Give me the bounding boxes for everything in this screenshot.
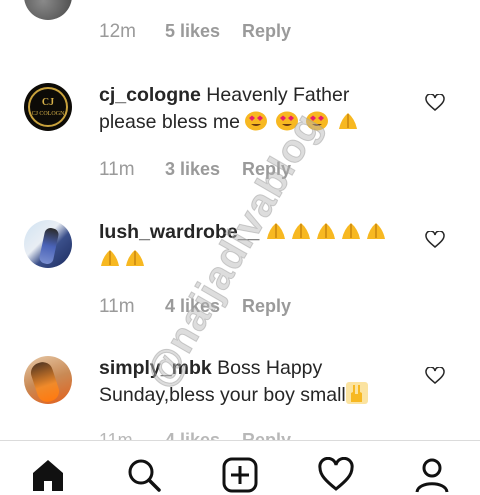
activity-heart-icon[interactable] [318,457,354,493]
avatar-logo-subtext: CJ COLOGN [31,111,65,117]
comment-meta: 11m 3 likes Reply [99,159,291,181]
comment-username[interactable]: cj_cologne [99,84,201,106]
reply-button[interactable]: Reply [242,296,291,318]
comment-meta: 12m 5 likes Reply [99,21,291,43]
comment-meta: 11m 4 likes Reply [99,296,291,318]
avatar[interactable] [24,0,72,20]
comment-likes[interactable]: 5 likes [165,21,242,43]
comment-username[interactable]: lush_wardrobe__ [99,221,259,243]
emoji-heart-eyes-icon [245,111,336,133]
comment-time: 12m [99,21,136,42]
avatar-logo-text: CJ [41,97,55,108]
comment-text: simply_mbk Boss Happy Sunday,bless your … [99,355,409,409]
comment-username[interactable]: simply_mbk [99,357,212,379]
profile-icon[interactable] [414,457,450,493]
emoji-rock-hand-icon [345,382,371,406]
like-heart-icon[interactable] [425,231,445,249]
comment-time: 11m [99,159,135,180]
like-heart-icon[interactable] [425,367,445,385]
bottom-navigation [0,440,480,495]
like-heart-icon[interactable] [425,94,445,112]
add-post-icon[interactable] [222,457,258,493]
home-icon[interactable] [30,457,66,493]
comment-likes[interactable]: 3 likes [165,159,242,181]
comment-text: cj_cologne Heavenly Father please bless … [99,82,409,136]
search-icon[interactable] [126,457,162,493]
reply-button[interactable]: Reply [242,21,291,43]
avatar[interactable] [24,220,72,268]
reply-button[interactable]: Reply [242,159,291,181]
comment-text: lush_wardrobe__ [99,219,409,273]
comment-likes[interactable]: 4 likes [165,296,242,318]
avatar[interactable] [24,356,72,404]
comment-time: 11m [99,296,135,317]
emoji-praying-hands-icon [337,111,362,133]
avatar[interactable]: CJ CJ COLOGN [24,83,72,131]
